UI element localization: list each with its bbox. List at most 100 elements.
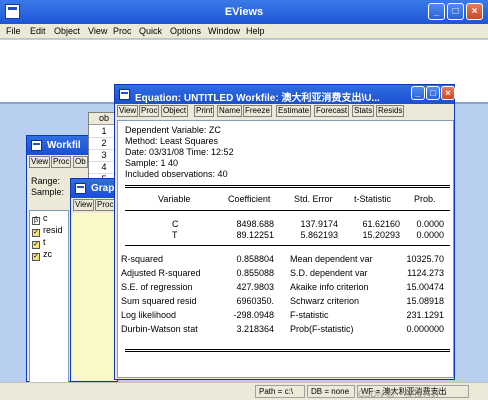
stat-value: 6960350. [236,296,274,306]
stat-label: Akaike info criterion [290,282,369,292]
workfile-view-button[interactable]: View [29,156,51,168]
stats-button[interactable]: Stats [352,105,375,117]
menu-proc[interactable]: Proc [113,26,132,36]
eviews-app: EViews _ □ × File Edit Object View Proc … [0,0,488,400]
col-header-prob: Prob. [414,194,436,204]
divider [125,349,450,352]
series-icon: ✓ [32,253,40,261]
divider [125,245,450,246]
list-item[interactable]: ✓ zc [32,249,52,261]
stat-label: F-statistic [290,310,329,320]
list-item[interactable]: ✓ resid [32,225,63,237]
stat-label: Durbin-Watson stat [121,324,198,334]
stat-value: -298.0948 [233,310,274,320]
col-header-t-statistic: t-Statistic [354,194,392,204]
stat-value: 3.218364 [236,324,274,334]
equation-title: Equation: UNTITLED Workfile: 澳大利亚消费支出\U.… [135,93,380,104]
coef-prob: 0.0000 [416,230,444,240]
graph-toolbar: View Proc [72,199,116,212]
sample-label: Sample: [31,187,65,197]
equation-window[interactable]: Equation: UNTITLED Workfile: 澳大利亚消费支出\U.… [114,84,455,380]
print-button[interactable]: Print [194,105,215,117]
coef-icon: β [32,217,40,225]
stat-value: 15.08918 [406,296,444,306]
minimize-icon[interactable]: _ [411,86,425,100]
proc-button[interactable]: Proc [139,105,160,117]
menu-quick[interactable]: Quick [139,26,162,36]
stat-value: 231.1291 [406,310,444,320]
stat-label: Sum squared resid [121,296,197,306]
object-button[interactable]: Object [161,105,189,117]
coef-prob: 0.0000 [416,219,444,229]
graph-view-button[interactable]: View [73,199,95,211]
app-titlebar[interactable]: EViews _ □ × [0,0,488,24]
item-label: t [43,237,46,247]
stat-label: Log likelihood [121,310,177,320]
menu-edit[interactable]: Edit [30,26,46,36]
forecast-button[interactable]: Forecast [314,105,350,117]
menu-object[interactable]: Object [54,26,80,36]
window-icon [119,89,130,100]
stat-label: Adjusted R-squared [121,268,201,278]
coef-value: 89.12251 [236,230,274,240]
status-db: DB = none [307,385,355,398]
app-title: EViews [224,6,264,18]
stat-value: 10325.70 [406,254,444,264]
coef-t: 61.62160 [362,219,400,229]
stat-value: 0.858804 [236,254,274,264]
graph-window[interactable]: Grap View Proc [70,178,118,382]
close-icon[interactable]: × [466,3,483,20]
stat-value: 0.855088 [236,268,274,278]
coef-variable: C [172,219,179,229]
freeze-button[interactable]: Freeze [243,105,272,117]
item-label: c [43,213,48,223]
menu-help[interactable]: Help [246,26,265,36]
list-item[interactable]: βc [32,213,48,225]
stat-label: Schwarz criterion [290,296,360,306]
equation-titlebar[interactable]: Equation: UNTITLED Workfile: 澳大利亚消费支出\U.… [115,85,455,104]
stat-value: 15.00474 [406,282,444,292]
coef-value: 8498.688 [236,219,274,229]
maximize-icon[interactable]: □ [426,86,440,100]
coef-se: 137.9174 [300,219,338,229]
divider [125,210,450,211]
coef-t: 15.20293 [362,230,400,240]
graph-title: Grap [91,183,115,194]
maximize-icon[interactable]: □ [447,3,464,20]
series-icon: ✓ [32,241,40,249]
estimate-button[interactable]: Estimate [276,105,312,117]
close-icon[interactable]: × [441,86,455,100]
divider [125,185,450,188]
name-button[interactable]: Name [217,105,243,117]
menubar: File Edit Object View Proc Quick Options… [0,24,488,39]
view-button[interactable]: View [117,105,139,117]
range-label: Range: [31,176,61,186]
menu-view[interactable]: View [88,26,107,36]
menu-window[interactable]: Window [208,26,240,36]
stat-value: 1124.273 [407,268,444,278]
date-line: Date: 03/31/08 Time: 12:52 [125,147,234,157]
menu-options[interactable]: Options [170,26,201,36]
window-icon [75,183,86,194]
menu-file[interactable]: File [6,26,21,36]
equation-output[interactable]: Dependent Variable: ZC Method: Least Squ… [117,120,454,378]
workfile-proc-button[interactable]: Proc [51,156,72,168]
status-path: Path = c:\ [255,385,305,398]
graph-proc-button[interactable]: Proc [95,199,116,211]
equation-toolbar: View Proc Object Print Name Freeze Estim… [116,105,453,118]
coef-se: 5.862193 [300,230,338,240]
observations-line: Included observations: 40 [125,169,228,179]
window-icon [31,140,42,151]
minimize-icon[interactable]: _ [428,3,445,20]
statusbar: Path = c:\ DB = none WF = 澳大利亚消费支出 CSDN … [0,382,488,400]
workfile-title: Workfil [47,140,81,151]
graph-titlebar[interactable]: Grap [71,179,117,198]
graph-canvas[interactable] [72,213,116,380]
list-item[interactable]: ✓ t [32,237,46,249]
resids-button[interactable]: Resids [376,105,405,117]
col-header-coefficient: Coefficient [228,194,271,204]
method-line: Method: Least Squares [125,136,219,146]
col-header-std-error: Std. Error [294,194,333,204]
workfile-object-button[interactable]: Ob [73,156,88,168]
stat-value: 427.9803 [236,282,274,292]
